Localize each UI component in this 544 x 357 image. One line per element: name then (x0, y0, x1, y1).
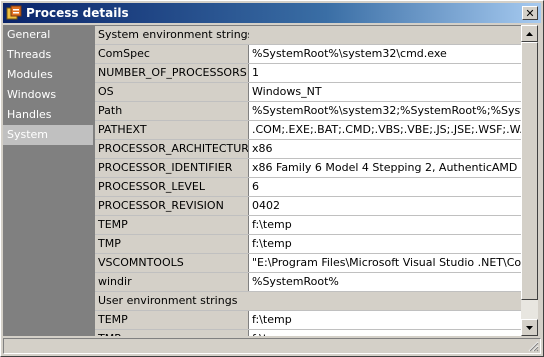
table-row[interactable]: PROCESSOR_REVISION 0402 (95, 197, 521, 216)
resize-grip-icon[interactable] (527, 340, 539, 352)
variable-value: f:\temp (249, 330, 521, 336)
variable-value: x86 Family 6 Model 4 Stepping 2, Authent… (249, 159, 521, 177)
table-row[interactable]: TMPf:\temp (95, 235, 521, 254)
variable-name: PATHEXT (95, 121, 249, 139)
close-button[interactable]: ✕ (522, 6, 538, 20)
variable-name: PROCESSOR_IDENTIFIER (95, 159, 249, 177)
scroll-down-button[interactable] (521, 319, 538, 336)
variable-name: PROCESSOR_ARCHITECTURE (95, 140, 249, 158)
environment-table: System environment strings ComSpec %System… (95, 25, 521, 336)
sidebar-item-general[interactable]: General (3, 25, 95, 45)
table-row[interactable]: PROCESSOR_LEVEL 6 (95, 178, 521, 197)
table-row[interactable]: NUMBER_OF_PROCESSORS 1 (95, 64, 521, 83)
sidebar-item-windows[interactable]: Windows (3, 85, 95, 105)
arrow-up-icon (526, 31, 533, 36)
variable-value: f:\temp (249, 311, 521, 329)
table-row[interactable]: TMPf:\temp (95, 330, 521, 336)
table-row[interactable]: ComSpec %SystemRoot%\system32\cmd.exe (95, 45, 521, 64)
variable-value: "E:\Program Files\Microsoft Visual Studi… (249, 254, 521, 272)
variable-value: %SystemRoot% (249, 273, 521, 291)
variable-value: 0402 (249, 197, 521, 215)
sidebar-item-modules[interactable]: Modules (3, 65, 95, 85)
table-row[interactable]: PROCESSOR_IDENTIFIER x86 Family 6 Model 4… (95, 159, 521, 178)
section-title: User environment strings (95, 292, 249, 310)
variable-value: 1 (249, 64, 521, 82)
variable-value: f:\temp (249, 216, 521, 234)
section-spacer (249, 292, 521, 310)
variable-value: %SystemRoot%\system32;%SystemRoot%;%Syst… (249, 102, 521, 120)
table-row[interactable]: TEMP f:\temp (95, 216, 521, 235)
variable-name: VSCOMNTOOLS (95, 254, 249, 272)
section-spacer (249, 26, 521, 44)
variable-value: 6 (249, 178, 521, 196)
variable-value: Windows_NT (249, 83, 521, 101)
scroll-thumb[interactable] (521, 42, 538, 300)
status-bar (3, 338, 541, 354)
variable-name: PROCESSOR_LEVEL (95, 178, 249, 196)
table-row[interactable]: Path %SystemRoot%\system32;%SystemRoot%;%… (95, 102, 521, 121)
title-bar[interactable]: Process details ✕ (3, 3, 541, 23)
process-details-app-icon (6, 5, 22, 21)
variable-name: TMP (95, 235, 249, 253)
variable-name: PROCESSOR_REVISION (95, 197, 249, 215)
variable-name: ComSpec (95, 45, 249, 63)
window-title: Process details (26, 6, 129, 20)
section-title: System environment strings (95, 26, 249, 44)
variable-name: NUMBER_OF_PROCESSORS (95, 64, 249, 82)
section-header-row[interactable]: System environment strings (95, 26, 521, 45)
section-header-row[interactable]: User environment strings (95, 292, 521, 311)
sidebar: General Threads Modules Windows Handles Syste… (3, 25, 95, 336)
table-row[interactable]: windir %SystemRoot% (95, 273, 521, 292)
variable-name: TEMP (95, 311, 249, 329)
variable-name: TEMP (95, 216, 249, 234)
variable-name: TMP (95, 330, 249, 336)
table-row[interactable]: OS Windows_NT (95, 83, 521, 102)
variable-name: OS (95, 83, 249, 101)
sidebar-item-system[interactable]: System (3, 125, 93, 145)
sidebar-item-handles[interactable]: Handles (3, 105, 95, 125)
table-row[interactable]: PATHEXT .COM;.EXE;.BAT;.CMD;.VBS;.VBE;.JS… (95, 121, 521, 140)
scroll-up-button[interactable] (521, 25, 538, 42)
variable-value: x86 (249, 140, 521, 158)
table-row[interactable]: VSCOMNTOOLS "E:\Program Files\Microsoft V… (95, 254, 521, 273)
sidebar-item-threads[interactable]: Threads (3, 45, 95, 65)
variable-value: .COM;.EXE;.BAT;.CMD;.VBS;.VBE;.JS;.JSE;.… (249, 121, 521, 139)
variable-name: windir (95, 273, 249, 291)
table-row[interactable]: TEMP f:\temp (95, 311, 521, 330)
variable-name: Path (95, 102, 249, 120)
variable-value: f:\temp (249, 235, 521, 253)
variable-value: %SystemRoot%\system32\cmd.exe (249, 45, 521, 63)
vertical-scrollbar[interactable] (521, 25, 538, 336)
arrow-down-icon (526, 325, 533, 330)
process-details-window: Process details ✕ General Threads Modules W… (0, 0, 544, 357)
close-icon: ✕ (525, 6, 535, 20)
table-row[interactable]: PROCESSOR_ARCHITECTURE x86 (95, 140, 521, 159)
